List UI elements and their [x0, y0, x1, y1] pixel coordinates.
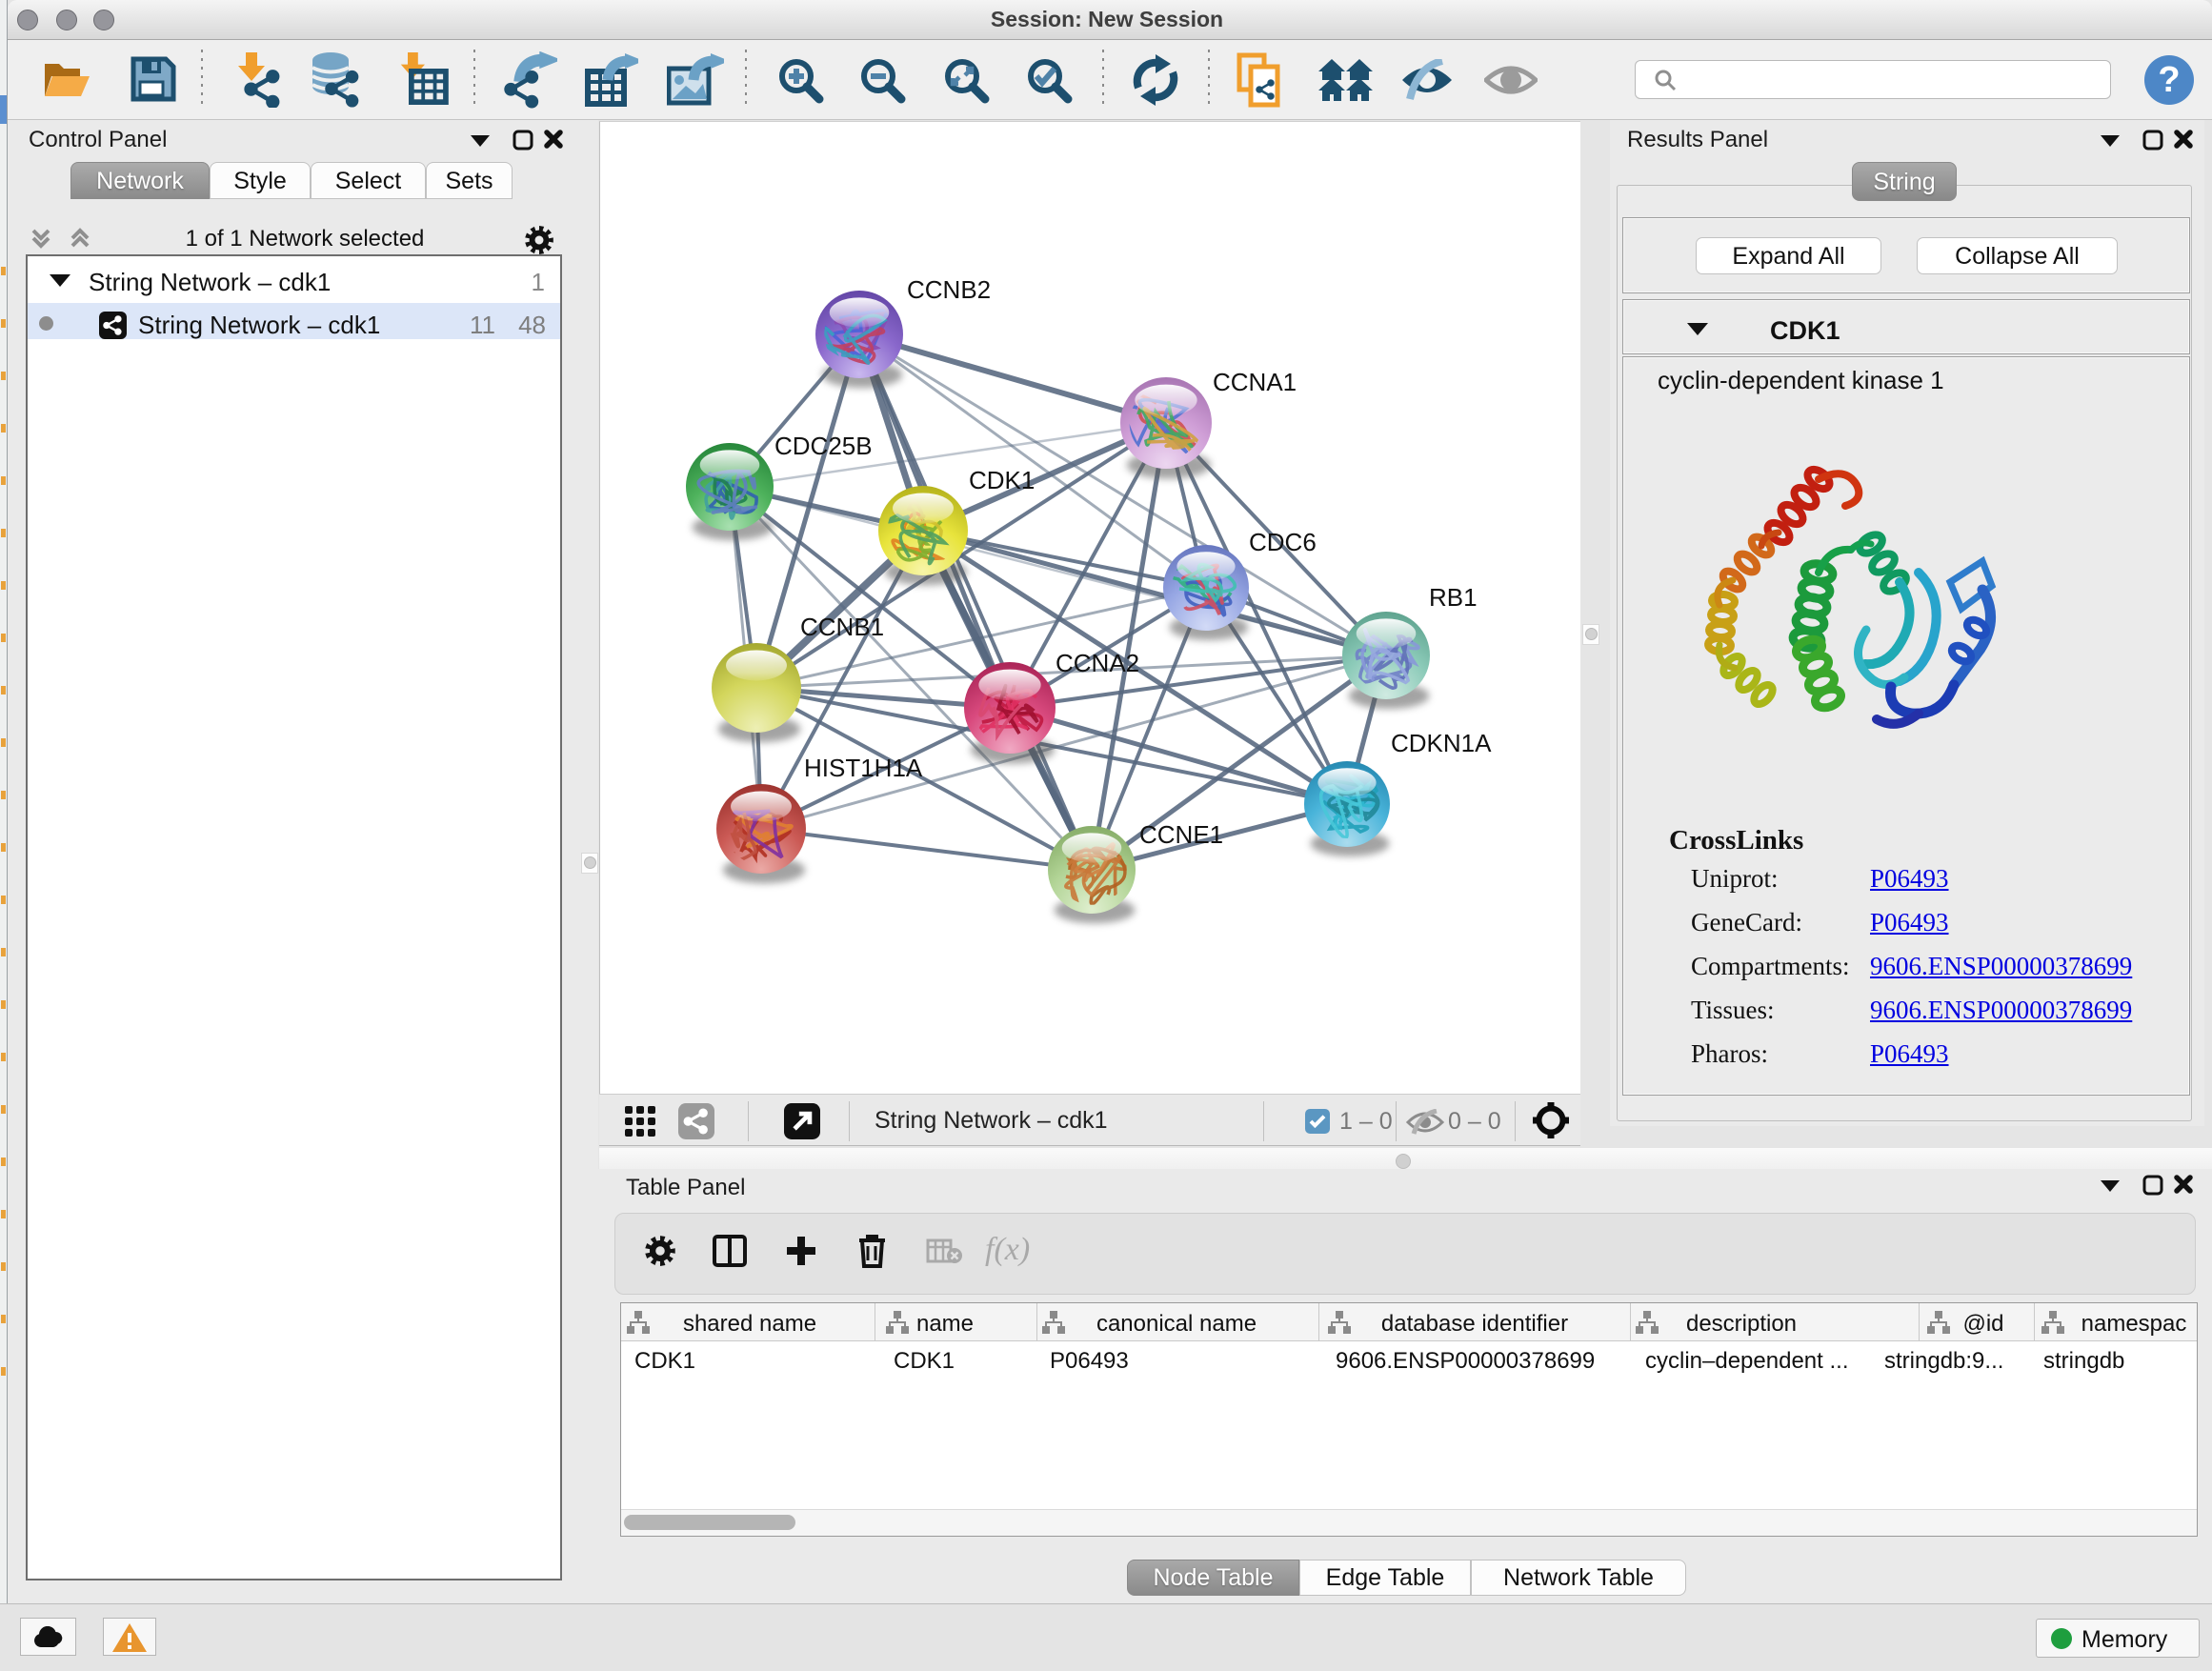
svg-text:HIST1H1A: HIST1H1A	[804, 754, 923, 782]
svg-text:CCNB1: CCNB1	[800, 613, 884, 641]
svg-text:CDK1: CDK1	[969, 466, 1035, 494]
svg-text:CDKN1A: CDKN1A	[1391, 729, 1492, 757]
svg-text:CCNE1: CCNE1	[1139, 820, 1223, 849]
svg-text:CCNB2: CCNB2	[907, 275, 991, 304]
svg-text:CDC6: CDC6	[1249, 528, 1317, 556]
svg-text:CDC25B: CDC25B	[774, 432, 873, 460]
svg-text:CCNA1: CCNA1	[1213, 368, 1297, 396]
svg-text:RB1: RB1	[1429, 583, 1478, 612]
svg-text:CCNA2: CCNA2	[1056, 649, 1139, 677]
